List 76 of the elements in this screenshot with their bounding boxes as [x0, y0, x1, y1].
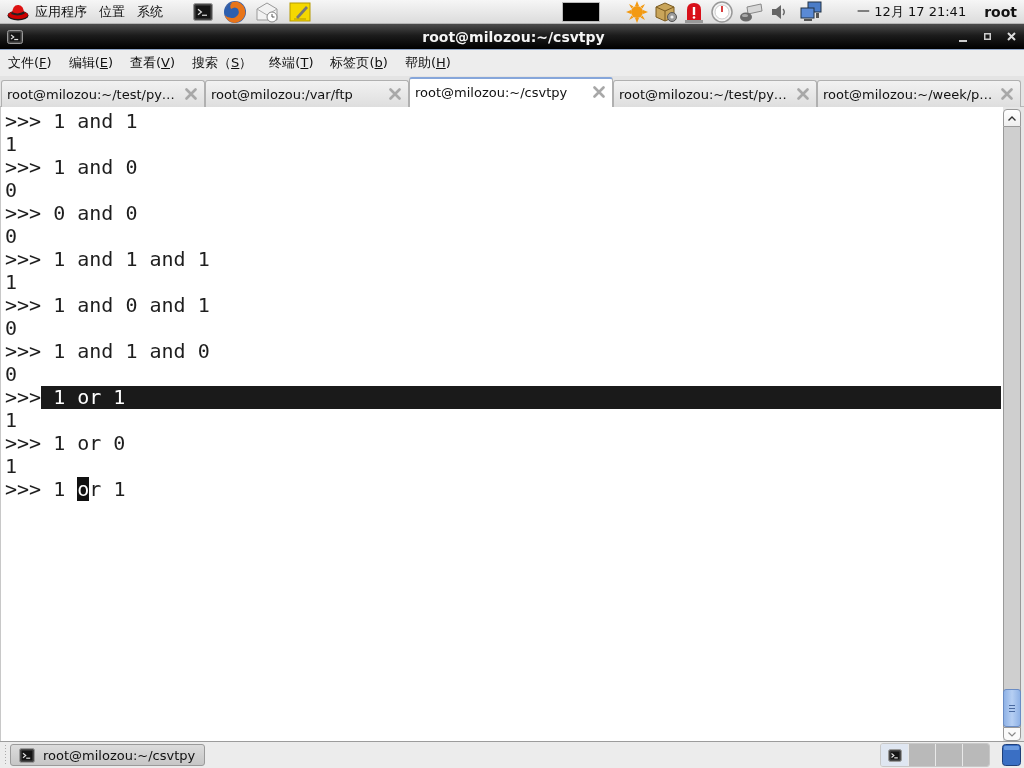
- terminal-icon: [7, 29, 23, 44]
- output-text: 0: [5, 179, 18, 202]
- close-icon: [1006, 32, 1016, 41]
- tab[interactable]: root@milozou:~/week/p…: [817, 80, 1021, 107]
- prompt-text: >>>: [5, 478, 42, 501]
- command-text: 1 and 1 and 1: [52, 248, 210, 271]
- menu-item[interactable]: 查看(V): [128, 52, 178, 74]
- scroll-down-button[interactable]: [1003, 727, 1021, 741]
- menu-item[interactable]: 帮助(H): [402, 52, 453, 74]
- command-text: 1 and 1: [52, 110, 138, 133]
- window-title: root@milozou:~/csvtpy: [422, 28, 605, 45]
- prompt-text: >>>: [5, 110, 42, 133]
- system-monitor-graph[interactable]: [562, 1, 601, 22]
- tab[interactable]: root@milozou:/var/ftp: [205, 80, 409, 107]
- menu-item[interactable]: 终端(T): [267, 52, 316, 74]
- command-text: 1 or 1: [41, 386, 1001, 409]
- menu-item[interactable]: 标签页(b): [328, 52, 390, 74]
- workspace-cell[interactable]: [962, 744, 989, 766]
- command-text: 1 or 1: [52, 478, 126, 501]
- desktop-icon[interactable]: [1002, 744, 1021, 766]
- user-name[interactable]: root: [984, 3, 1017, 20]
- output-text: 1: [5, 455, 18, 478]
- gauge-icon[interactable]: [711, 0, 734, 23]
- menu-item[interactable]: 编辑(E): [66, 52, 115, 74]
- terminal-icon: [19, 747, 35, 763]
- minimize-icon: [959, 39, 967, 42]
- output-text: 1: [5, 271, 18, 294]
- command-text: 1 and 0: [52, 156, 138, 179]
- prompt-text: >>>: [5, 294, 42, 317]
- keyboard-mouse-icon[interactable]: [739, 1, 764, 22]
- output-text: 0: [5, 317, 18, 340]
- panel-menu[interactable]: 系统: [135, 0, 165, 23]
- command-text: 1 and 0 and 1: [52, 294, 210, 317]
- tab[interactable]: root@milozou:~/csvtpy: [409, 77, 613, 107]
- panel-menu[interactable]: 应用程序: [33, 0, 89, 23]
- command-text: 0 and 0: [52, 202, 138, 225]
- command-text: 1 and 1 and 0: [52, 340, 210, 363]
- grip-icon: [1009, 704, 1015, 712]
- tab[interactable]: root@milozou:~/test/py…: [1, 80, 205, 107]
- terminal-icon[interactable]: [193, 2, 213, 21]
- close-icon[interactable]: [593, 86, 605, 98]
- workspace-cell[interactable]: [881, 744, 908, 766]
- chevron-up-icon: [1008, 115, 1016, 121]
- workspace-cell[interactable]: [908, 744, 935, 766]
- output-text: 1: [5, 409, 18, 432]
- prompt-text: >>>: [5, 156, 42, 179]
- package-icon[interactable]: [654, 0, 679, 23]
- menu-item[interactable]: 文件(F): [6, 52, 54, 74]
- output-text: 0: [5, 363, 18, 386]
- panel-menu[interactable]: 位置: [97, 0, 127, 23]
- clock-text[interactable]: 一 12月 17 21:41: [857, 2, 967, 21]
- scrollbar-thumb[interactable]: [1003, 689, 1021, 727]
- workspace-cell[interactable]: [935, 744, 962, 766]
- command-text: 1 or 0: [52, 432, 126, 455]
- envelope-clock-icon[interactable]: [255, 0, 279, 23]
- prompt-text: >>>: [5, 248, 42, 271]
- speaker-icon[interactable]: [771, 2, 788, 21]
- output-text: 1: [5, 133, 18, 156]
- notepad-pencil-icon[interactable]: [289, 1, 311, 22]
- maximize-icon: [983, 33, 991, 40]
- scroll-up-button[interactable]: [1003, 109, 1021, 127]
- prompt-text: >>>: [5, 432, 42, 455]
- chevron-down-icon: [1008, 731, 1016, 737]
- network-icon[interactable]: [799, 0, 824, 23]
- globe-icon[interactable]: [223, 0, 247, 24]
- prompt-text: >>>: [5, 202, 42, 225]
- menu-item[interactable]: 搜索（S）: [190, 52, 255, 74]
- handle-grip[interactable]: [4, 745, 7, 765]
- prompt-text: >>>: [5, 386, 42, 409]
- output-text: 0: [5, 225, 18, 248]
- prompt-text: >>>: [5, 340, 42, 363]
- workspace-switcher[interactable]: [880, 743, 990, 767]
- tab[interactable]: root@milozou:~/test/py…: [613, 80, 817, 107]
- terminal-icon: [887, 748, 902, 762]
- taskbar-button[interactable]: root@milozou:~/csvtpy: [10, 744, 206, 766]
- alert-icon[interactable]: [684, 0, 705, 23]
